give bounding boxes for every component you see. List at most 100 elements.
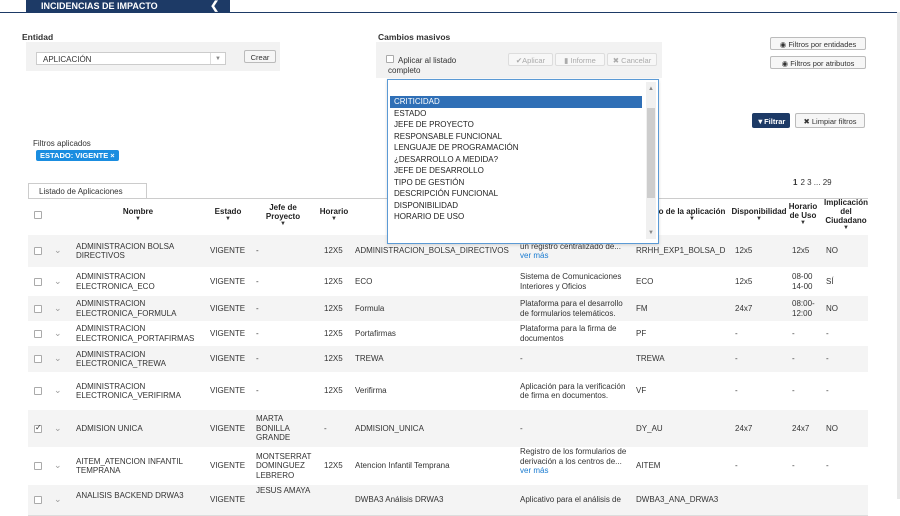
row-checkbox[interactable] bbox=[34, 387, 42, 395]
cell-disponibilidad: 24x7 bbox=[735, 423, 753, 433]
dropdown-option[interactable]: ESTADO bbox=[390, 108, 642, 120]
expand-chevron-icon[interactable]: ⌄ bbox=[54, 276, 62, 287]
ver-mas-link[interactable]: ver más bbox=[520, 251, 632, 261]
expand-chevron-icon[interactable]: ⌄ bbox=[54, 460, 62, 471]
cancelar-button[interactable]: ✖ Cancelar bbox=[607, 53, 657, 66]
col-implicacion[interactable]: Implicación del Ciudadano ▼ bbox=[820, 198, 872, 232]
header-tab: INCIDENCIAS DE IMPACTO ❮ bbox=[26, 0, 230, 12]
crear-button[interactable]: Crear bbox=[244, 50, 276, 63]
dropdown-option[interactable]: RESPONSABLE FUNCIONAL bbox=[390, 131, 642, 143]
cell-codigo: DWBA3_ANA_DRWA3 bbox=[636, 495, 719, 505]
dropdown-option[interactable]: ¿DESARROLLO A MEDIDA? bbox=[390, 154, 642, 166]
cell-descripcion: un registro centralizado de... ver más bbox=[520, 242, 632, 261]
cell-descripcion: Aplicación para la verificación de firma… bbox=[520, 381, 626, 401]
cell-descripcion: - bbox=[520, 423, 523, 433]
informe-button[interactable]: ▮ Informe bbox=[555, 53, 605, 66]
dropdown-list: CRITICIDAD ESTADO JEFE DE PROYECTO RESPONSA… bbox=[390, 96, 642, 223]
cell-jefe: MARTA BONILLA GRANDE bbox=[256, 414, 291, 443]
expand-chevron-icon[interactable]: ⌄ bbox=[54, 245, 62, 256]
cell-alias: ECO bbox=[355, 276, 373, 286]
dropdown-option[interactable]: DESCRIPCIÓN FUNCIONAL bbox=[390, 188, 642, 200]
entidad-select[interactable]: APLICACIÓN ▼ bbox=[36, 52, 226, 65]
pager: 12 3 ... 29 bbox=[793, 178, 832, 187]
chevron-left-icon[interactable]: ❮ bbox=[210, 0, 219, 12]
cell-implicacion: - bbox=[826, 328, 829, 338]
scroll-up-icon[interactable]: ▲ bbox=[646, 86, 656, 92]
pager-pages[interactable]: 2 3 ... 29 bbox=[800, 178, 831, 187]
row-checkbox[interactable] bbox=[34, 423, 42, 433]
col-horario[interactable]: Horario ▼ bbox=[316, 207, 352, 223]
cell-jefe: JESUS AMAYA bbox=[256, 485, 311, 495]
row-checkbox[interactable] bbox=[34, 355, 42, 363]
dropdown-search-input[interactable] bbox=[391, 83, 643, 95]
chevron-down-icon: ▼ bbox=[210, 53, 225, 64]
expand-chevron-icon[interactable]: ⌄ bbox=[54, 385, 62, 396]
cell-descripcion: - bbox=[520, 354, 523, 364]
dropdown-option[interactable]: JEFE DE DESARROLLO bbox=[390, 165, 642, 177]
page-title: INCIDENCIAS DE IMPACTO bbox=[41, 1, 158, 11]
col-estado[interactable]: Estado ▼ bbox=[210, 207, 246, 223]
expand-chevron-icon[interactable]: ⌄ bbox=[54, 353, 62, 364]
row-checkbox[interactable] bbox=[34, 304, 42, 313]
cell-disponibilidad: - bbox=[735, 461, 738, 471]
select-all-checkbox[interactable] bbox=[34, 211, 42, 219]
cell-nombre: ADMISION UNICA bbox=[76, 423, 143, 433]
row-checkbox[interactable] bbox=[34, 496, 42, 504]
cell-jefe: - bbox=[256, 303, 259, 313]
sort-icon: ▼ bbox=[843, 225, 849, 231]
row-checkbox[interactable] bbox=[34, 247, 42, 255]
filtros-aplicados-label: Filtros aplicados bbox=[33, 139, 91, 148]
dropdown-option[interactable]: TIPO DE GESTIÓN bbox=[390, 177, 642, 189]
expand-chevron-icon[interactable]: ⌄ bbox=[54, 303, 62, 314]
cell-alias: Verifirma bbox=[355, 386, 387, 396]
filtros-entidades-button[interactable]: ◉ Filtros por entidades bbox=[770, 37, 866, 50]
dropdown-option[interactable]: CRITICIDAD bbox=[390, 96, 642, 108]
attribute-dropdown[interactable]: CRITICIDAD ESTADO JEFE DE PROYECTO RESPONSA… bbox=[387, 79, 659, 244]
tab-listado[interactable]: Listado de Aplicaciones bbox=[28, 183, 147, 199]
cell-estado: VIGENTE bbox=[210, 246, 246, 256]
dropdown-option[interactable]: LENGUAJE DE PROGRAMACIÓN bbox=[390, 142, 642, 154]
dropdown-scrollbar[interactable]: ▲ ▼ bbox=[646, 82, 656, 239]
expand-chevron-icon[interactable]: ⌄ bbox=[54, 494, 62, 505]
aplicar-button[interactable]: ✔Aplicar bbox=[508, 53, 553, 66]
entidad-label: Entidad bbox=[22, 32, 54, 42]
pager-current[interactable]: 1 bbox=[793, 178, 797, 187]
cell-alias: ADMISION_UNICA bbox=[355, 423, 424, 433]
limpiar-filtros-button[interactable]: ✖ Limpiar filtros bbox=[795, 113, 865, 128]
cell-horario-uso: 08-00 14-00 bbox=[792, 272, 813, 291]
cell-jefe: - bbox=[256, 246, 259, 256]
cell-estado: VIGENTE bbox=[210, 495, 246, 505]
ver-mas-link[interactable]: ver más bbox=[520, 466, 632, 476]
cell-horario-uso: 24x7 bbox=[792, 423, 810, 433]
col-nombre[interactable]: Nombre ▼ bbox=[98, 207, 178, 223]
cell-codigo: ECO bbox=[636, 276, 654, 286]
dropdown-option[interactable]: HORARIO DE USO bbox=[390, 211, 642, 223]
cell-descripcion: Plataforma para la firma de documentos bbox=[520, 324, 617, 343]
cell-horario: - bbox=[324, 423, 327, 433]
expand-chevron-icon[interactable]: ⌄ bbox=[54, 328, 62, 339]
cell-codigo: RRHH_EXP1_BOLSA_D bbox=[636, 246, 726, 256]
col-disponibilidad[interactable]: Disponibilidad ▼ bbox=[730, 207, 788, 223]
col-jefe[interactable]: Jefe de Proyecto ▼ bbox=[262, 203, 304, 228]
cell-alias: DWBA3 Análisis DRWA3 bbox=[355, 495, 444, 505]
scroll-thumb[interactable] bbox=[647, 108, 655, 198]
scroll-down-icon[interactable]: ▼ bbox=[646, 230, 656, 236]
cell-implicacion: NO bbox=[826, 423, 838, 433]
cell-horario-uso: - bbox=[792, 328, 795, 338]
filter-tag-estado[interactable]: ESTADO: VIGENTE × bbox=[36, 150, 119, 161]
eye-icon: ◉ bbox=[781, 59, 791, 68]
sort-icon: ▼ bbox=[756, 216, 762, 222]
row-checkbox[interactable] bbox=[34, 462, 42, 470]
row-checkbox[interactable] bbox=[34, 329, 42, 338]
col-horario-uso[interactable]: Horario de Uso ▼ bbox=[788, 202, 818, 227]
cell-nombre: ADMINISTRACION ELECTRONICA_ECO bbox=[76, 272, 155, 291]
cell-nombre: ADMINISTRACION ELECTRONICA_FORMULA bbox=[76, 299, 177, 318]
expand-chevron-icon[interactable]: ⌄ bbox=[54, 423, 62, 434]
filtros-atributos-button[interactable]: ◉ Filtros por atributos bbox=[770, 56, 866, 69]
row-checkbox[interactable] bbox=[34, 277, 42, 286]
dropdown-option[interactable]: DISPONIBILIDAD bbox=[390, 200, 642, 212]
col-codigo[interactable]: o de la aplicación ▼ bbox=[656, 207, 728, 223]
cell-estado: VIGENTE bbox=[210, 423, 246, 433]
filtrar-button[interactable]: ▼Filtrar bbox=[752, 113, 790, 128]
dropdown-option[interactable]: JEFE DE PROYECTO bbox=[390, 119, 642, 131]
